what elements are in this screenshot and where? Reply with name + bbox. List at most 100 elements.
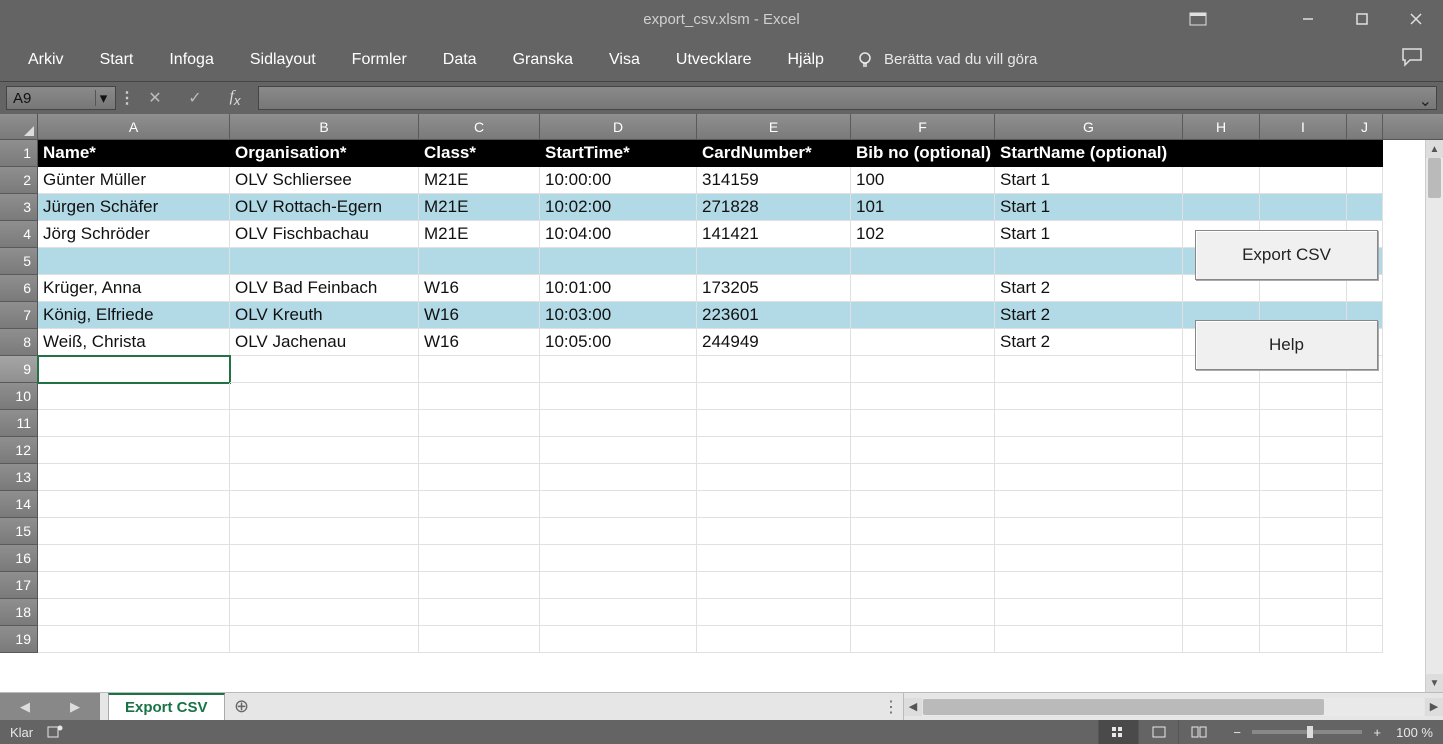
cell[interactable] <box>995 518 1183 545</box>
cell[interactable] <box>38 518 230 545</box>
cell[interactable] <box>1183 194 1260 221</box>
cell[interactable] <box>851 329 995 356</box>
cell[interactable]: W16 <box>419 329 540 356</box>
cell[interactable] <box>1183 140 1260 167</box>
cell[interactable] <box>1347 626 1383 653</box>
scroll-left-icon[interactable]: ◀ <box>904 698 922 716</box>
cell[interactable] <box>851 464 995 491</box>
cell[interactable] <box>1260 491 1347 518</box>
cell[interactable] <box>1260 545 1347 572</box>
cell[interactable] <box>697 572 851 599</box>
cell[interactable] <box>38 572 230 599</box>
vertical-scrollbar[interactable]: ▲ ▼ <box>1425 140 1443 692</box>
cell[interactable] <box>1183 572 1260 599</box>
cell[interactable]: OLV Jachenau <box>230 329 419 356</box>
tab-hjalp[interactable]: Hjälp <box>769 38 841 82</box>
help-button[interactable]: Help <box>1195 320 1378 370</box>
maximize-button[interactable] <box>1335 0 1389 38</box>
cell[interactable] <box>540 410 697 437</box>
cell[interactable] <box>38 437 230 464</box>
cell[interactable] <box>851 518 995 545</box>
cell[interactable] <box>540 383 697 410</box>
cell[interactable] <box>851 275 995 302</box>
row-header-3[interactable]: 3 <box>0 194 38 221</box>
cell[interactable] <box>1260 599 1347 626</box>
cell[interactable] <box>851 356 995 383</box>
cell[interactable] <box>697 518 851 545</box>
cell[interactable] <box>851 572 995 599</box>
zoom-slider[interactable] <box>1252 730 1362 734</box>
sheet-prev-icon[interactable]: ◀ <box>20 699 30 715</box>
cell[interactable] <box>230 599 419 626</box>
zoom-out-button[interactable]: − <box>1228 725 1246 740</box>
cancel-formula-icon[interactable]: ✕ <box>138 86 172 110</box>
cell[interactable] <box>697 599 851 626</box>
tab-start[interactable]: Start <box>82 38 152 82</box>
view-page-break-button[interactable] <box>1178 720 1218 744</box>
column-header-J[interactable]: J <box>1347 114 1383 139</box>
cell[interactable] <box>1260 383 1347 410</box>
cell[interactable]: Start 2 <box>995 329 1183 356</box>
cell[interactable]: M21E <box>419 194 540 221</box>
cell[interactable] <box>1347 464 1383 491</box>
scroll-right-icon[interactable]: ▶ <box>1425 698 1443 716</box>
cell[interactable] <box>1260 518 1347 545</box>
cell[interactable]: Krüger, Anna <box>38 275 230 302</box>
cell[interactable] <box>419 491 540 518</box>
cell[interactable] <box>851 302 995 329</box>
cell[interactable] <box>1260 437 1347 464</box>
cell[interactable] <box>697 491 851 518</box>
cell[interactable] <box>851 383 995 410</box>
new-sheet-button[interactable]: ⊕ <box>225 693 259 720</box>
cell[interactable] <box>851 410 995 437</box>
column-header-E[interactable]: E <box>697 114 851 139</box>
cell[interactable] <box>851 248 995 275</box>
cell[interactable] <box>540 437 697 464</box>
cell[interactable]: OLV Bad Feinbach <box>230 275 419 302</box>
cell[interactable]: 102 <box>851 221 995 248</box>
sheet-next-icon[interactable]: ▶ <box>70 699 80 715</box>
cell[interactable] <box>851 626 995 653</box>
tab-formler[interactable]: Formler <box>334 38 425 82</box>
cell[interactable] <box>419 545 540 572</box>
cell[interactable] <box>419 383 540 410</box>
cell[interactable] <box>995 545 1183 572</box>
enter-formula-icon[interactable]: ✓ <box>178 86 212 110</box>
cell[interactable]: Start 1 <box>995 221 1183 248</box>
cell[interactable]: Jürgen Schäfer <box>38 194 230 221</box>
cell[interactable] <box>995 410 1183 437</box>
row-header-9[interactable]: 9 <box>0 356 38 383</box>
cell[interactable] <box>1183 437 1260 464</box>
cell[interactable] <box>38 464 230 491</box>
row-header-14[interactable]: 14 <box>0 491 38 518</box>
row-header-4[interactable]: 4 <box>0 221 38 248</box>
cell[interactable]: OLV Kreuth <box>230 302 419 329</box>
cell[interactable]: 244949 <box>697 329 851 356</box>
cell[interactable] <box>419 248 540 275</box>
active-cell[interactable] <box>38 356 230 383</box>
cell[interactable]: 100 <box>851 167 995 194</box>
hscroll-thumb[interactable] <box>923 699 1324 715</box>
view-normal-button[interactable] <box>1098 720 1138 744</box>
row-header-12[interactable]: 12 <box>0 437 38 464</box>
cell[interactable] <box>38 248 230 275</box>
horizontal-scrollbar[interactable]: ◀ ▶ <box>903 693 1443 720</box>
cell[interactable] <box>851 491 995 518</box>
row-header-2[interactable]: 2 <box>0 167 38 194</box>
zoom-in-button[interactable]: + <box>1368 725 1386 740</box>
view-page-layout-button[interactable] <box>1138 720 1178 744</box>
cell[interactable] <box>230 356 419 383</box>
cell[interactable] <box>697 545 851 572</box>
column-header-C[interactable]: C <box>419 114 540 139</box>
scroll-thumb[interactable] <box>1428 158 1441 198</box>
row-header-15[interactable]: 15 <box>0 518 38 545</box>
cell[interactable] <box>851 599 995 626</box>
cell[interactable] <box>540 464 697 491</box>
cell[interactable]: W16 <box>419 302 540 329</box>
formula-bar-input[interactable]: ⌄ <box>258 86 1437 110</box>
cell[interactable]: 10:05:00 <box>540 329 697 356</box>
cell[interactable]: OLV Schliersee <box>230 167 419 194</box>
cell[interactable] <box>38 383 230 410</box>
cell[interactable] <box>995 383 1183 410</box>
header-startname[interactable]: StartName (optional) <box>995 140 1183 167</box>
